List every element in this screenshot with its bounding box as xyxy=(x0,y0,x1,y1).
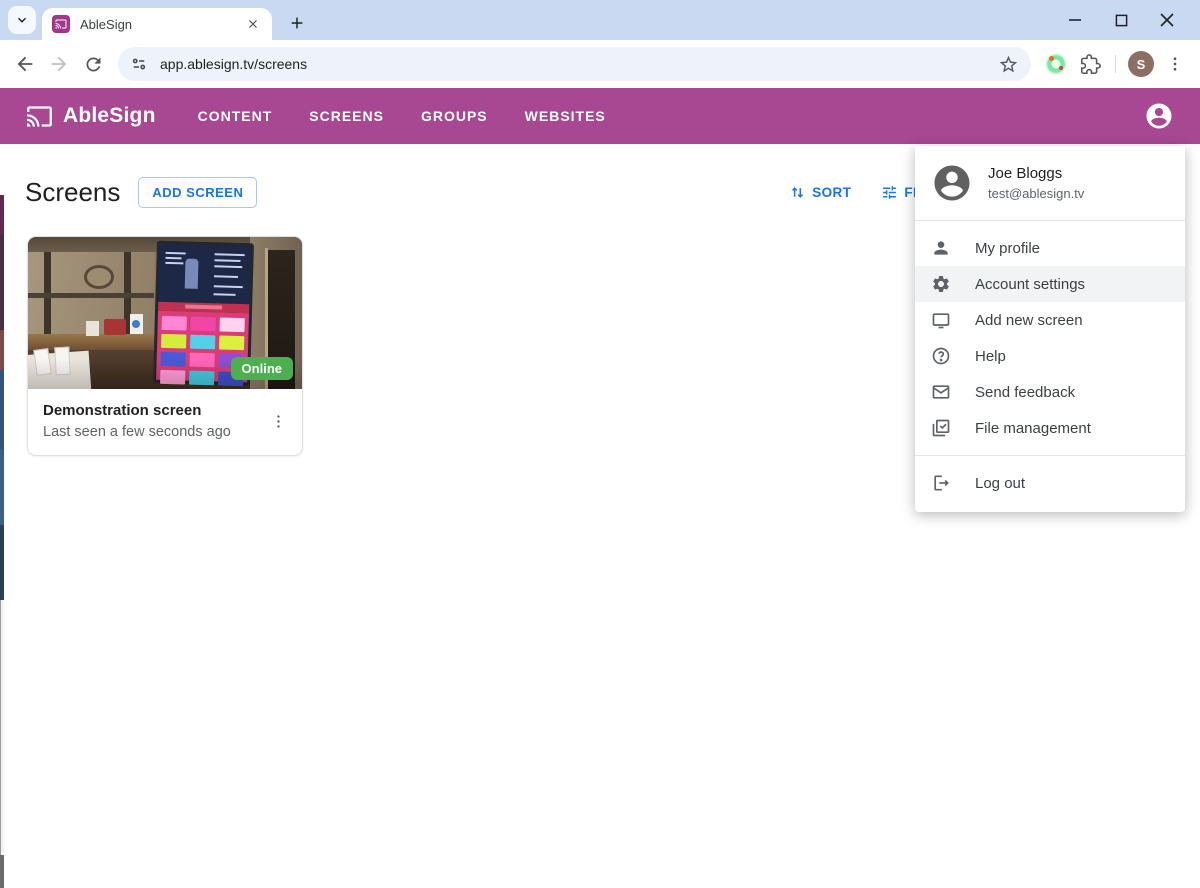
maximize-button[interactable] xyxy=(1098,0,1144,40)
ablesign-favicon xyxy=(52,15,70,33)
menu-item-file-management[interactable]: File management xyxy=(915,410,1185,446)
screen-thumbnail[interactable]: Online xyxy=(28,237,302,389)
extension-badge-icon xyxy=(1046,54,1066,74)
plus-icon xyxy=(291,17,303,29)
desktop-edge-artifact xyxy=(0,235,4,330)
menu-item-my-profile[interactable]: My profile xyxy=(915,230,1185,266)
account-header: Joe Bloggs test@ablesign.tv xyxy=(915,146,1185,220)
url-bar[interactable]: app.ablesign.tv/screens xyxy=(118,47,1031,81)
account-menu-list: My profile Account settings Add new scre… xyxy=(915,221,1185,455)
cast-logo-icon xyxy=(27,105,52,127)
account-email: test@ablesign.tv xyxy=(988,186,1085,201)
logout-section: Log out xyxy=(915,456,1185,510)
help-icon xyxy=(932,347,950,365)
screenshot-root: AbleSign app.ablesign.tv/screens S AbleS… xyxy=(0,0,1200,888)
desktop-edge-artifact xyxy=(0,370,4,450)
brand[interactable]: AbleSign xyxy=(26,103,156,130)
brand-name: AbleSign xyxy=(63,104,156,127)
site-settings-icon xyxy=(132,58,146,70)
extension-badge-button[interactable] xyxy=(1039,47,1073,81)
close-window-icon xyxy=(1160,13,1174,27)
logout-icon xyxy=(934,475,949,491)
kebab-menu-icon xyxy=(276,414,280,428)
card-info: Demonstration screen Last seen a few sec… xyxy=(28,389,302,455)
window-controls xyxy=(1052,0,1190,40)
url-text[interactable]: app.ablesign.tv/screens xyxy=(160,56,998,72)
menu-item-send-feedback[interactable]: Send feedback xyxy=(915,374,1185,410)
nav-links: CONTENT SCREENS GROUPS WEBSITES xyxy=(198,108,606,124)
person-icon xyxy=(934,241,948,255)
back-button[interactable] xyxy=(8,47,42,81)
card-menu-button[interactable] xyxy=(262,405,294,437)
sort-label: SORT xyxy=(812,185,852,200)
tab-title: AbleSign xyxy=(80,16,133,32)
account-dropdown: Joe Bloggs test@ablesign.tv My profile A… xyxy=(915,146,1185,512)
screen-last-seen: Last seen a few seconds ago xyxy=(43,424,231,440)
browser-profile-avatar[interactable]: S xyxy=(1128,51,1154,77)
desktop-edge-artifact xyxy=(0,195,4,235)
nav-link-websites[interactable]: WEBSITES xyxy=(525,108,606,124)
desktop-edge-artifact xyxy=(0,600,4,855)
screen-card: Online Demonstration screen Last seen a … xyxy=(27,236,303,456)
page-title: Screens xyxy=(25,177,121,207)
account-name: Joe Bloggs xyxy=(988,165,1063,182)
gear-icon xyxy=(933,276,949,292)
menu-item-add-new-screen[interactable]: Add new screen xyxy=(915,302,1185,338)
toolbar-separator xyxy=(1115,55,1116,73)
monitor-icon xyxy=(932,313,950,329)
forward-button[interactable] xyxy=(42,47,76,81)
reload-icon xyxy=(86,57,100,71)
status-badge: Online xyxy=(230,357,293,380)
tab-search-button[interactable] xyxy=(8,6,36,34)
menu-item-account-settings[interactable]: Account settings xyxy=(915,266,1185,302)
back-icon xyxy=(17,56,33,72)
tab-close-icon[interactable] xyxy=(244,15,262,33)
nav-link-screens[interactable]: SCREENS xyxy=(309,108,384,124)
browser-tab-strip: AbleSign xyxy=(0,0,1200,40)
minimize-button[interactable] xyxy=(1052,0,1098,40)
desktop-edge-artifact xyxy=(0,330,4,370)
extensions-button[interactable] xyxy=(1073,47,1107,81)
new-tab-button[interactable] xyxy=(283,9,311,37)
bookmark-star-icon[interactable] xyxy=(998,54,1019,75)
add-screen-button[interactable]: ADD SCREEN xyxy=(138,177,258,208)
browser-tab[interactable]: AbleSign xyxy=(42,8,272,40)
menu-item-help[interactable]: Help xyxy=(915,338,1185,374)
browser-toolbar: app.ablesign.tv/screens S xyxy=(0,40,1200,88)
forward-icon xyxy=(51,56,67,72)
mail-icon xyxy=(932,385,950,399)
app-navbar: AbleSign CONTENT SCREENS GROUPS WEBSITES xyxy=(0,88,1200,144)
nav-link-content[interactable]: CONTENT xyxy=(198,108,273,124)
file-check-icon xyxy=(932,419,950,437)
minimize-icon xyxy=(1069,19,1081,21)
browser-menu-button[interactable] xyxy=(1158,47,1192,81)
sort-arrows-icon xyxy=(792,187,804,198)
maximize-icon xyxy=(1115,14,1127,26)
desktop-edge-artifact xyxy=(0,855,4,888)
account-circle-icon xyxy=(1146,103,1172,129)
close-window-button[interactable] xyxy=(1144,0,1190,40)
nav-link-groups[interactable]: GROUPS xyxy=(421,108,488,124)
chevron-down-icon xyxy=(18,17,26,23)
screen-name: Demonstration screen xyxy=(43,402,202,419)
menu-item-log-out[interactable]: Log out xyxy=(915,465,1185,501)
desktop-edge-artifact xyxy=(0,525,4,600)
filter-tune-icon xyxy=(883,186,897,199)
desktop-edge-artifact xyxy=(0,450,4,525)
kebab-menu-icon xyxy=(1173,57,1177,71)
avatar xyxy=(934,165,970,201)
sort-button[interactable]: SORT xyxy=(789,184,851,201)
extensions-puzzle-icon xyxy=(1080,53,1101,74)
reload-button[interactable] xyxy=(76,47,110,81)
account-menu-button[interactable] xyxy=(1144,101,1174,131)
